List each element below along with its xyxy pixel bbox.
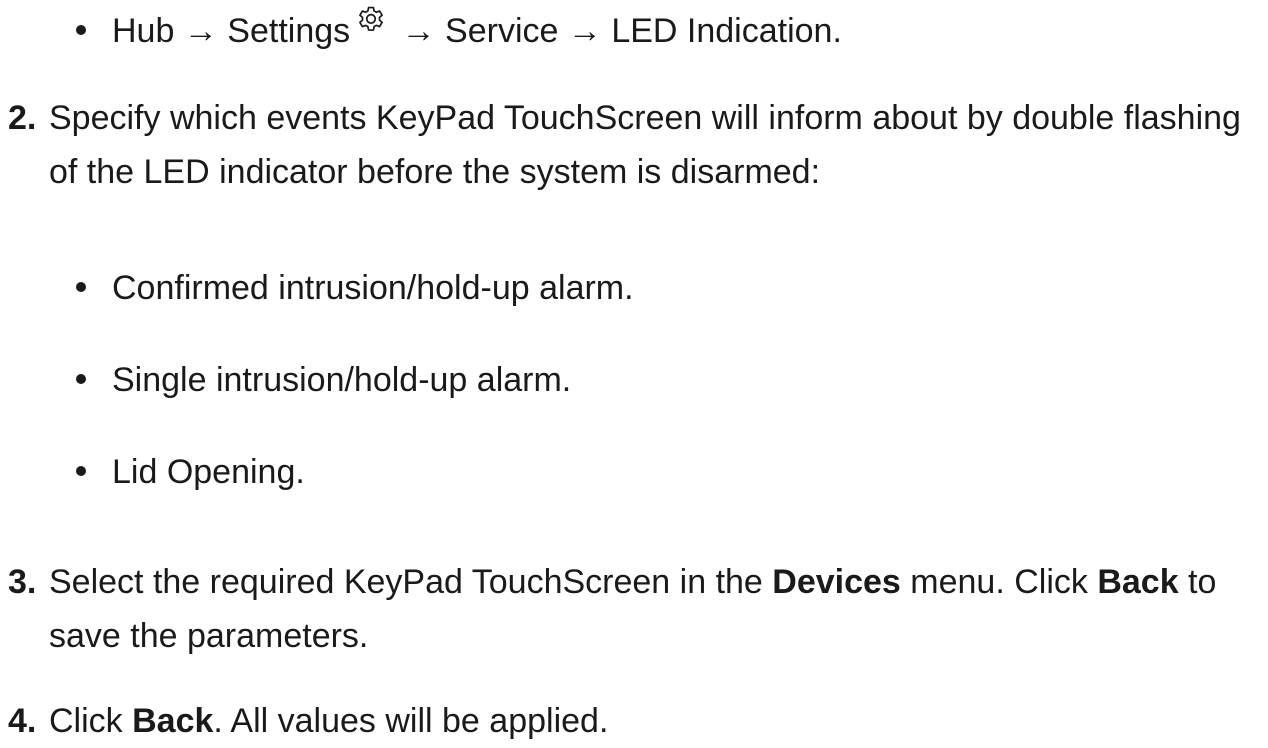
step-text-part: . All values will be applied. [213,702,609,740]
path-service: Service [445,12,559,50]
list-item: Confirmed intrusion/hold-up alarm. [76,261,634,315]
path-arrow-3: → [567,12,602,50]
path-arrow-1: → [183,12,218,50]
path-arrow-2: → [401,12,436,50]
path-bullet: Hub → Settings → Service → LED Indicatio… [76,4,842,60]
list-item-text: Single intrusion/hold-up alarm. [112,361,572,399]
step-text-part: menu. Click [900,563,1098,601]
bullet-dot [76,374,86,385]
step-text-part: Select the required KeyPad TouchScreen i… [49,563,773,601]
list-item-text: Confirmed intrusion/hold-up alarm. [112,269,634,307]
back-button-label: Back [132,702,214,740]
bullet-dot [76,282,86,293]
step-text-part: Click [49,702,133,740]
path-led-indication: LED Indication. [611,12,842,50]
step-text: Select the required KeyPad TouchScreen i… [49,555,1264,663]
bullet-dot [76,466,86,477]
list-item-text: Lid Opening. [112,453,305,491]
back-button-label: Back [1097,563,1179,601]
step-number: 4. [8,702,37,740]
list-item: Single intrusion/hold-up alarm. [76,353,571,407]
step-text: Specify which events KeyPad TouchScreen … [49,99,1241,191]
devices-menu-label: Devices [772,563,901,601]
list-item: Lid Opening. [76,445,305,499]
step-3: 3. Select the required KeyPad TouchScree… [8,555,1264,663]
step-2: 2. Specify which events KeyPad TouchScre… [8,91,1264,199]
path-hub: Hub [112,12,175,50]
bullet-dot [76,25,86,36]
gear-icon [354,0,388,54]
step-text: Click Back. All values will be applied. [49,694,1264,748]
step-4: 4. Click Back. All values will be applie… [8,694,1264,748]
step-number: 2. [8,99,37,137]
path-settings: Settings [227,12,351,50]
step-number: 3. [8,563,37,601]
